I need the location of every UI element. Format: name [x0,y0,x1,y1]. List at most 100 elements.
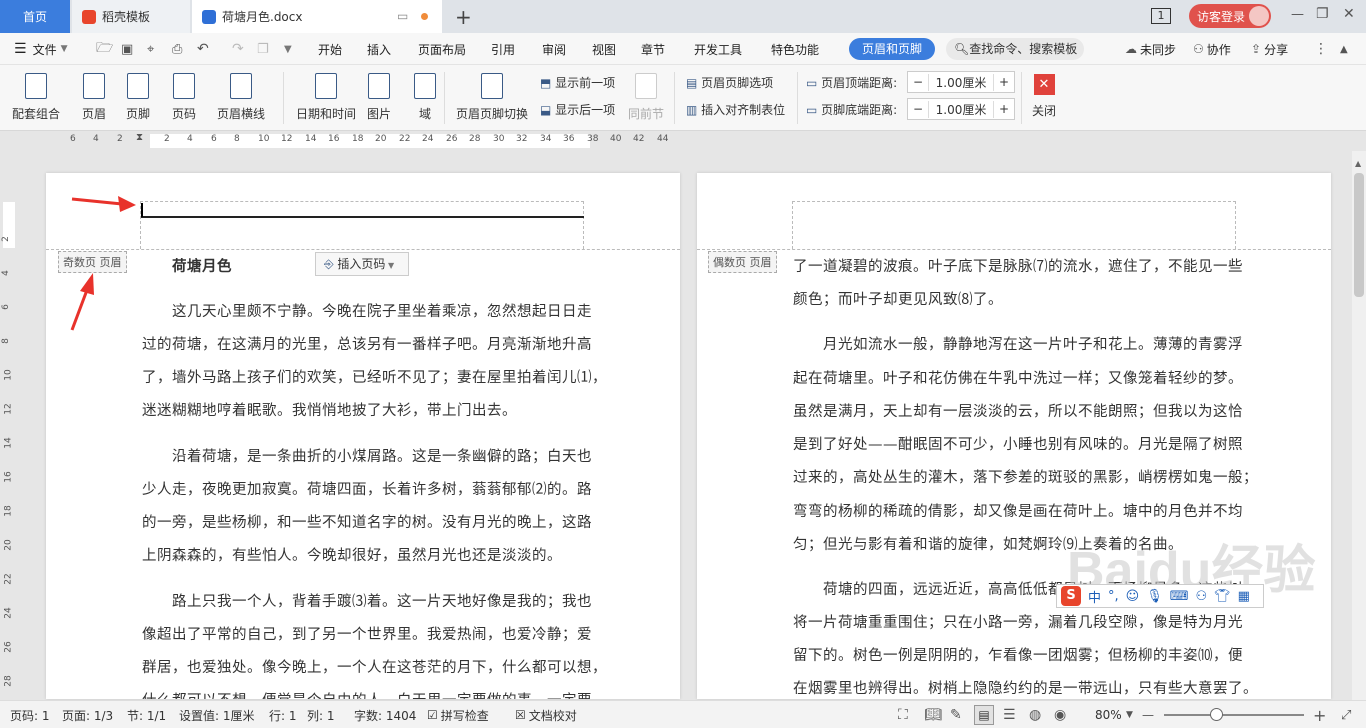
open-icon[interactable]: 🗁 [96,33,113,65]
more-options-icon[interactable]: ⋮ [1314,33,1328,65]
menu-item-insert[interactable]: 插入 [367,33,391,65]
decrease-button[interactable]: − [908,102,928,116]
menu-item-review[interactable]: 审阅 [542,33,566,65]
login-button[interactable]: 访客登录 [1189,4,1271,28]
page-even[interactable]: 偶数页 页眉 了一道凝碧的波痕。叶子底下是脉脉⑺的流水，遮住了，不能见一些 颜色… [697,173,1331,699]
file-menu[interactable]: ☰ 文件 ▼ [14,33,68,65]
restore-button[interactable]: ❐ [1316,6,1329,22]
switch-header-footer-button[interactable]: 页眉页脚切换 [456,73,528,122]
tab-template[interactable]: 稻壳模板 [72,0,190,33]
fit-width-icon[interactable]: ⤢ [1341,701,1351,728]
combo-button[interactable]: 配套组合 [12,73,60,122]
header-button[interactable]: 页眉 [82,73,106,122]
menu-item-view[interactable]: 视图 [592,33,616,65]
status-row[interactable]: 行: 1 [269,701,297,728]
zoom-level[interactable]: 80% [1095,701,1122,728]
datetime-button[interactable]: 日期和时间 [296,73,356,122]
microphone-icon[interactable]: 🎙︎ [1146,589,1163,604]
save-icon[interactable]: ▣ [121,33,133,65]
quick-access-more-icon[interactable]: ▼ [284,33,292,65]
ime-chinese-mode[interactable]: 中 [1088,587,1101,606]
zoom-slider-track[interactable] [1164,714,1304,716]
skin-icon[interactable]: 👕︎ [1214,589,1231,604]
menu-item-features[interactable]: 特色功能 [771,33,819,65]
tab-home[interactable]: 首页 [0,0,70,33]
zoom-in-button[interactable]: + [1313,701,1326,728]
edit-pen-icon[interactable]: ✎ [950,701,962,728]
zoom-slider-thumb[interactable] [1210,708,1223,721]
monitor-icon[interactable]: ▭ [397,9,408,23]
status-pages[interactable]: 页面: 1/3 [62,701,113,728]
sync-button[interactable]: ☁ 未同步 [1125,33,1176,65]
menu-item-reference[interactable]: 引用 [491,33,515,65]
collapse-ribbon-icon[interactable]: ▲ [1340,33,1348,65]
doc-proofread-toggle[interactable]: ☒ 文档校对 [515,701,577,728]
print-preview-icon[interactable]: ⎙ [172,33,182,65]
undo-icon[interactable]: ↶ [197,33,209,65]
decrease-button[interactable]: − [908,75,928,89]
menu-item-start[interactable]: 开始 [318,33,342,65]
outline-view-icon[interactable]: ☰ [1003,701,1016,728]
scrollbar-thumb[interactable] [1354,173,1364,297]
vertical-scrollbar[interactable]: ▲ [1352,151,1366,700]
status-section[interactable]: 节: 1/1 [127,701,166,728]
horizontal-ruler[interactable]: 6 4 2 2 4 6 8 10 12 14 16 18 20 22 24 26 28 30 32 34 36 38 40 4… [0,131,1366,151]
status-column[interactable]: 列: 1 [307,701,335,728]
toolbox-icon[interactable]: ▦ [1238,589,1250,604]
copy-icon[interactable]: ❐ [257,33,269,65]
keyboard-icon[interactable]: ⌨ [1170,589,1189,604]
fullscreen-icon[interactable]: ⛶ [898,701,908,728]
header-top-distance-value[interactable]: 1.00厘米 [928,73,994,91]
picture-button[interactable]: 图片 [367,73,391,122]
status-page-number[interactable]: 页码: 1 [10,701,50,728]
zoom-dropdown-icon[interactable]: ▼ [1126,701,1133,728]
collab-button[interactable]: ⚇ 协作 [1193,33,1231,65]
insert-align-tab-button[interactable]: ▥ 插入对齐制表位 [686,101,785,118]
same-as-previous-button[interactable]: 同前节 [628,73,664,122]
ime-toolbar[interactable]: S 中 °, ☺ 🎙︎ ⌨ ⚇ 👕︎ ▦ [1056,584,1264,608]
search-command-box[interactable]: 🔍︎查找命令、搜索模板 [946,38,1084,60]
increase-button[interactable]: + [994,102,1014,116]
close-header-footer-button[interactable]: ✕ 关闭 [1032,74,1056,119]
footer-button[interactable]: 页脚 [126,73,150,122]
menu-item-devtools[interactable]: 开发工具 [694,33,742,65]
indent-marker-icon[interactable]: ⧗ [136,132,143,143]
insert-page-number-button[interactable]: ⎆ 插入页码 ▼ [315,252,409,276]
menu-item-chapter[interactable]: 章节 [641,33,665,65]
header-area-even[interactable] [792,201,1236,249]
window-count-badge[interactable]: 1 [1151,8,1171,24]
menu-item-header-footer[interactable]: 页眉和页脚 [849,38,935,60]
menu-item-layout[interactable]: 页面布局 [418,33,466,65]
close-window-button[interactable]: ✕ [1343,6,1355,22]
tab-document[interactable]: 荷塘月色.docx ▭ [192,0,442,33]
show-previous-button[interactable]: ⬒ 显示前一项 [540,74,615,91]
increase-button[interactable]: + [994,75,1014,89]
web-view-icon[interactable]: ◍ [1029,701,1041,728]
scroll-up-icon[interactable]: ▲ [1355,159,1361,168]
eye-protection-icon[interactable]: ◉ [1054,701,1066,728]
show-next-button[interactable]: ⬓ 显示后一项 [540,101,615,118]
redo-icon[interactable]: ↷ [232,33,244,65]
header-footer-options-button[interactable]: ▤ 页眉页脚选项 [686,74,773,91]
read-mode-icon[interactable]: 📖︎ [924,701,942,728]
header-area-odd[interactable] [140,201,584,249]
page-number-button[interactable]: 页码 [172,73,196,122]
field-button[interactable]: 域 [414,73,436,122]
footer-bottom-distance-stepper[interactable]: − 1.00厘米 + [907,98,1015,120]
header-top-distance-stepper[interactable]: − 1.00厘米 + [907,71,1015,93]
header-line-button[interactable]: 页眉横线 [217,73,265,122]
status-word-count[interactable]: 字数: 1404 [354,701,416,728]
footer-bottom-distance-value[interactable]: 1.00厘米 [928,100,994,118]
status-setting[interactable]: 设置值: 1厘米 [179,701,255,728]
format-painter-icon[interactable]: ⌖ [147,33,154,65]
page-view-icon[interactable]: ▤ [974,705,994,725]
ime-punct-mode[interactable]: °, [1108,589,1119,604]
share-button[interactable]: ⇪ 分享 [1251,33,1288,65]
emoji-icon[interactable]: ☺ [1126,589,1140,604]
spell-check-toggle[interactable]: ☑ 拼写检查 [427,701,489,728]
zoom-out-button[interactable]: — [1142,701,1154,728]
new-tab-button[interactable]: + [455,5,472,29]
minimize-button[interactable]: — [1291,7,1304,22]
vertical-ruler[interactable]: 2 4 6 8 10 12 14 16 18 20 22 24 26 28 [0,172,18,698]
user-center-icon[interactable]: ⚇ [1196,589,1208,604]
